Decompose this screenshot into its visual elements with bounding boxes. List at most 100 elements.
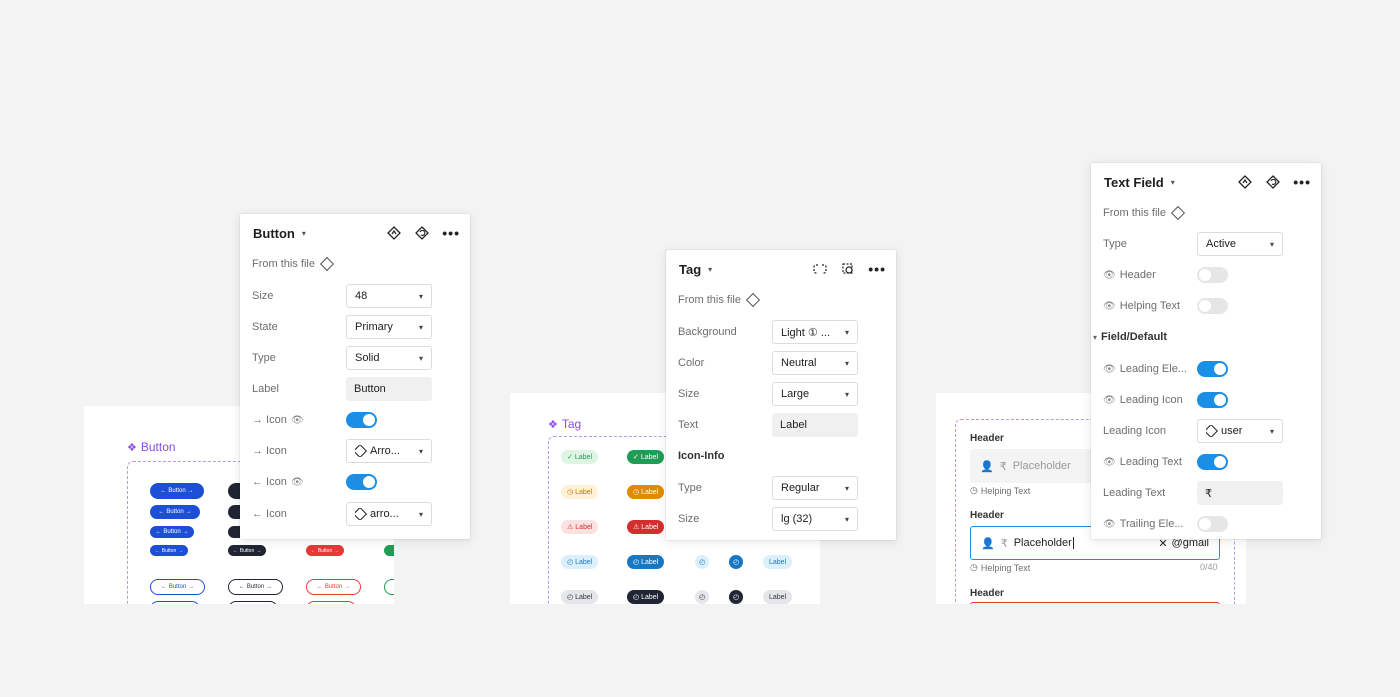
section-field-default[interactable]: ▾ Field/Default (1093, 325, 1311, 349)
header-toggle[interactable] (1197, 267, 1228, 283)
tag-icon-variant[interactable]: ◴ (729, 555, 743, 569)
eye-icon: 👁 (1103, 269, 1116, 281)
prop-row-size: Size 48 ▾ (252, 284, 460, 308)
panel-title[interactable]: Button (253, 226, 295, 241)
button-component-title[interactable]: ❖ Button (127, 440, 176, 454)
chevron-down-icon: ▾ (418, 291, 423, 301)
helping-text-toggle[interactable] (1197, 298, 1228, 314)
tag-variant[interactable]: ◴ Label (627, 555, 665, 569)
from-file-row[interactable]: From this file (252, 252, 460, 276)
text-input[interactable]: Label (772, 413, 858, 437)
right-icon-select[interactable]: Arro... ▾ (346, 439, 432, 463)
textfield-input-error[interactable] (970, 602, 1220, 604)
reset-instance-icon[interactable] (1265, 174, 1281, 190)
tag-variant[interactable]: ◴ Label (561, 590, 599, 604)
button-variant[interactable] (228, 601, 278, 604)
prop-row-right-icon-toggle: → Icon 👁 (252, 408, 460, 432)
button-variant[interactable] (384, 579, 394, 595)
leading-icon-toggle[interactable] (1197, 392, 1228, 408)
button-variant[interactable]: ← Button → (150, 505, 200, 519)
tag-variant[interactable]: Label (763, 555, 793, 569)
left-icon-select[interactable]: arro... ▾ (346, 502, 432, 526)
state-select[interactable]: Primary ▾ (346, 315, 432, 339)
from-file-row[interactable]: From this file (1103, 201, 1311, 225)
tag-variant[interactable]: ⚠ Label (561, 520, 599, 534)
prop-row-right-icon: → Icon Arro... ▾ (252, 439, 460, 463)
prop-row-header-toggle: 👁 Header (1103, 263, 1311, 287)
button-variant[interactable]: ← Button → (150, 579, 205, 595)
go-to-main-component-icon[interactable] (1237, 174, 1253, 190)
tag-variant[interactable]: ◷ Label (627, 485, 665, 499)
chevron-down-icon: ▾ (844, 514, 849, 524)
eye-icon: 👁 (290, 476, 304, 488)
swap-instance-icon[interactable] (840, 261, 856, 277)
more-options-icon[interactable]: ••• (868, 262, 886, 276)
chevron-down-icon[interactable]: ▾ (1171, 178, 1175, 187)
textfield-header: Header (970, 588, 1004, 599)
panel-header: Tag ▾ ••• (679, 250, 886, 288)
chevron-down-icon[interactable]: ▾ (302, 229, 306, 238)
size-select[interactable]: 48 ▾ (346, 284, 432, 308)
tag-variant[interactable]: Label (763, 590, 793, 604)
tag-variant[interactable]: ✓ Label (561, 450, 599, 464)
color-select[interactable]: Neutral ▾ (772, 351, 858, 375)
button-variant[interactable] (150, 601, 200, 604)
button-variant[interactable] (306, 601, 356, 604)
component-diamond-icon (745, 292, 761, 308)
more-options-icon[interactable]: ••• (1293, 175, 1311, 189)
eye-icon: 👁 (1103, 363, 1116, 375)
leading-text-toggle[interactable] (1197, 454, 1228, 470)
chevron-down-icon[interactable]: ▾ (708, 265, 712, 274)
panel-title[interactable]: Tag (679, 262, 701, 277)
tag-variant[interactable]: ⚠ Label (627, 520, 665, 534)
left-icon-toggle[interactable] (346, 474, 377, 490)
panel-header: Button ▾ ••• (253, 214, 460, 252)
size-select[interactable]: Large ▾ (772, 382, 858, 406)
prop-row-trailing-element-toggle: 👁 Trailing Ele... (1103, 512, 1311, 536)
leading-icon-select[interactable]: user ▾ (1197, 419, 1283, 443)
eye-icon: 👁 (1103, 456, 1116, 468)
instance-diamond-icon (355, 445, 368, 457)
button-variant[interactable]: ← Button → (150, 526, 194, 538)
from-file-row[interactable]: From this file (678, 288, 886, 312)
label-text-input[interactable]: Button (346, 377, 432, 401)
tag-icon-variant[interactable]: ◴ (695, 555, 709, 569)
chevron-down-icon: ▾ (1269, 239, 1274, 249)
chevron-down-icon: ▾ (418, 322, 423, 332)
go-to-main-component-icon[interactable] (386, 225, 402, 241)
tag-icon-variant[interactable]: ◴ (695, 590, 709, 604)
panel-title[interactable]: Text Field (1104, 175, 1164, 190)
button-variant[interactable]: ← Button → (306, 579, 361, 595)
tag-variant[interactable]: ◷ Label (561, 485, 599, 499)
trailing-element-toggle[interactable] (1197, 516, 1228, 532)
right-icon-toggle[interactable] (346, 412, 377, 428)
detach-instance-icon[interactable] (812, 261, 828, 277)
chevron-down-icon: ▾ (1269, 426, 1274, 436)
tag-variant[interactable]: ◴ Label (561, 555, 599, 569)
leading-element-toggle[interactable] (1197, 361, 1228, 377)
prop-row-icon-type: Type Regular ▾ (678, 476, 886, 500)
leading-text-input[interactable]: ₹ (1197, 481, 1283, 505)
icon-size-select[interactable]: lg (32) ▾ (772, 507, 858, 531)
type-select[interactable]: Solid ▾ (346, 346, 432, 370)
button-variant[interactable] (384, 545, 394, 556)
button-variant[interactable]: ← Button → (150, 545, 188, 556)
prop-row-helping-toggle: 👁 Helping Text (1103, 294, 1311, 318)
prop-row-left-icon-toggle: ← Icon 👁 (252, 470, 460, 494)
reset-instance-icon[interactable] (414, 225, 430, 241)
button-variant[interactable]: ← Button → (228, 579, 283, 595)
button-variant[interactable]: ← Button → (228, 545, 266, 556)
prop-row-leading-text-toggle: 👁 Leading Text (1103, 450, 1311, 474)
more-options-icon[interactable]: ••• (442, 226, 460, 240)
tag-component-title[interactable]: ❖ Tag (548, 417, 581, 431)
button-variant[interactable]: ← Button → (306, 545, 344, 556)
icon-type-select[interactable]: Regular ▾ (772, 476, 858, 500)
section-icon-info[interactable]: Icon-Info (678, 444, 886, 468)
tag-variant[interactable]: ◴ Label (627, 590, 665, 604)
tag-variant[interactable]: ✓ Label (627, 450, 665, 464)
chevron-down-icon: ▾ (844, 327, 849, 337)
type-select[interactable]: Active ▾ (1197, 232, 1283, 256)
button-variant[interactable]: ← Button → (150, 483, 204, 499)
tag-icon-variant[interactable]: ◴ (729, 590, 743, 604)
background-select[interactable]: Light ① ... ▾ (772, 320, 858, 344)
